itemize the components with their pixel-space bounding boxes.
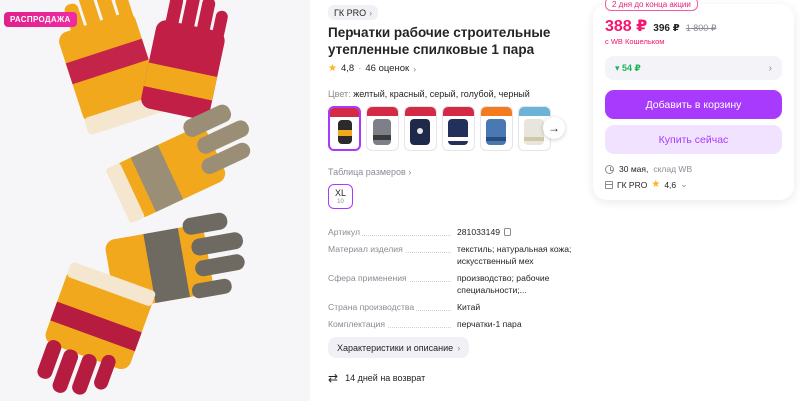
price-row: 388 ₽ 396 ₽ 1 800 ₽ [605,16,716,36]
spec-key: Материал изделия [328,244,405,254]
add-to-cart-button[interactable]: Добавить в корзину [605,90,782,119]
spec-value: перчатки-1 пара [457,319,522,329]
characteristics-label: Характеристики и описание [337,342,454,353]
specs-list: Артикул 281033149 Материал изделия текст… [328,226,578,335]
color-line: Цвет: желтый, красный, серый, голубой, ч… [328,89,530,99]
spec-key: Сфера применения [328,273,409,283]
delivery-info: 30 мая, склад WB [605,164,692,174]
color-variant-thumb[interactable] [404,106,437,151]
clock-icon [605,164,614,174]
spec-key: Комплектация [328,319,387,329]
chevron-right-icon: › [768,62,772,74]
rating-row: ★ 4,8 · 46 оценок › [328,63,416,74]
star-icon: ★ [651,179,661,190]
product-photo [37,0,251,395]
color-variants [328,106,551,151]
brand-name: ГК PRO [334,7,367,18]
rating-value: 4,8 [340,63,355,74]
color-variant-thumb[interactable] [480,106,513,151]
copy-icon[interactable] [504,228,512,236]
seller-rating: 4,6 [664,179,677,190]
brand-link[interactable]: ГК PRO › [328,5,379,20]
product-gallery[interactable]: РАСПРОДАЖА [0,0,310,401]
color-variant-thumb[interactable] [328,106,361,151]
buy-now-button[interactable]: Купить сейчас [605,125,782,154]
chevron-right-icon: › [457,342,461,353]
chevron-down-icon: ⌄ [680,179,688,189]
spec-value: текстиль; натуральная кожа; искусственны… [457,244,572,266]
price-without-wallet: 396 ₽ [653,23,680,34]
seller-name: ГК PRO [617,179,648,190]
chevron-right-icon: › [413,63,417,74]
size-number: 10 [337,198,344,205]
price-current: 388 ₽ [605,18,648,35]
spec-value: Китай [457,302,481,312]
spec-key: Страна производства [328,302,417,312]
color-variant-thumb[interactable] [442,106,475,151]
arrow-down-icon: ▾ [615,62,620,73]
delivery-date: 30 мая, [619,164,649,174]
cashback-value: 54 ₽ [622,62,641,73]
reviews-link[interactable]: 46 оценок [365,63,409,74]
seller-link[interactable]: ГК PRO ★ 4,6 ⌄ [605,179,688,190]
spec-row: Страна производства Китай [328,301,578,313]
color-variant-thumb[interactable] [366,106,399,151]
spec-value: производство; рабочие специальности;... [457,273,550,295]
spec-row: Материал изделия текстиль; натуральная к… [328,243,578,267]
spec-row: Комплектация перчатки-1 пара [328,318,578,330]
separator-dot: · [358,63,362,74]
delivery-place: склад WB [653,164,693,174]
arrow-right-icon[interactable]: → [543,117,565,139]
chevron-right-icon: › [369,7,373,18]
chevron-right-icon: › [408,167,412,177]
product-title: Перчатки рабочие строительные утепленные… [328,25,551,57]
spec-key: Артикул [328,227,363,237]
store-icon [605,180,613,189]
sale-badge: РАСПРОДАЖА [4,12,77,27]
size-label: XL [334,187,346,198]
spec-value: 281033149 [457,227,501,237]
wallet-note: с WB Кошельком [605,37,665,46]
spec-row: Сфера применения производство; рабочие с… [328,272,578,296]
return-text: 14 дней на возврат [345,373,426,383]
promo-badge: 2 дня до конца акции [605,0,698,11]
size-table-link[interactable]: Таблица размеров › [328,167,411,177]
spec-row: Артикул 281033149 [328,226,578,238]
star-icon: ★ [328,63,337,74]
cashback-row[interactable]: ▾ 54 ₽ › [605,56,782,80]
characteristics-button[interactable]: Характеристики и описание › [328,337,470,358]
return-arrows-icon: ⇄ [328,371,339,385]
size-table-label: Таблица размеров [328,167,406,177]
return-policy[interactable]: ⇄ 14 дней на возврат [328,371,425,385]
size-option[interactable]: XL 10 [328,184,353,209]
color-value: желтый, красный, серый, голубой, черный [353,89,530,99]
color-label: Цвет: [328,89,351,99]
price-old: 1 800 ₽ [685,23,717,33]
